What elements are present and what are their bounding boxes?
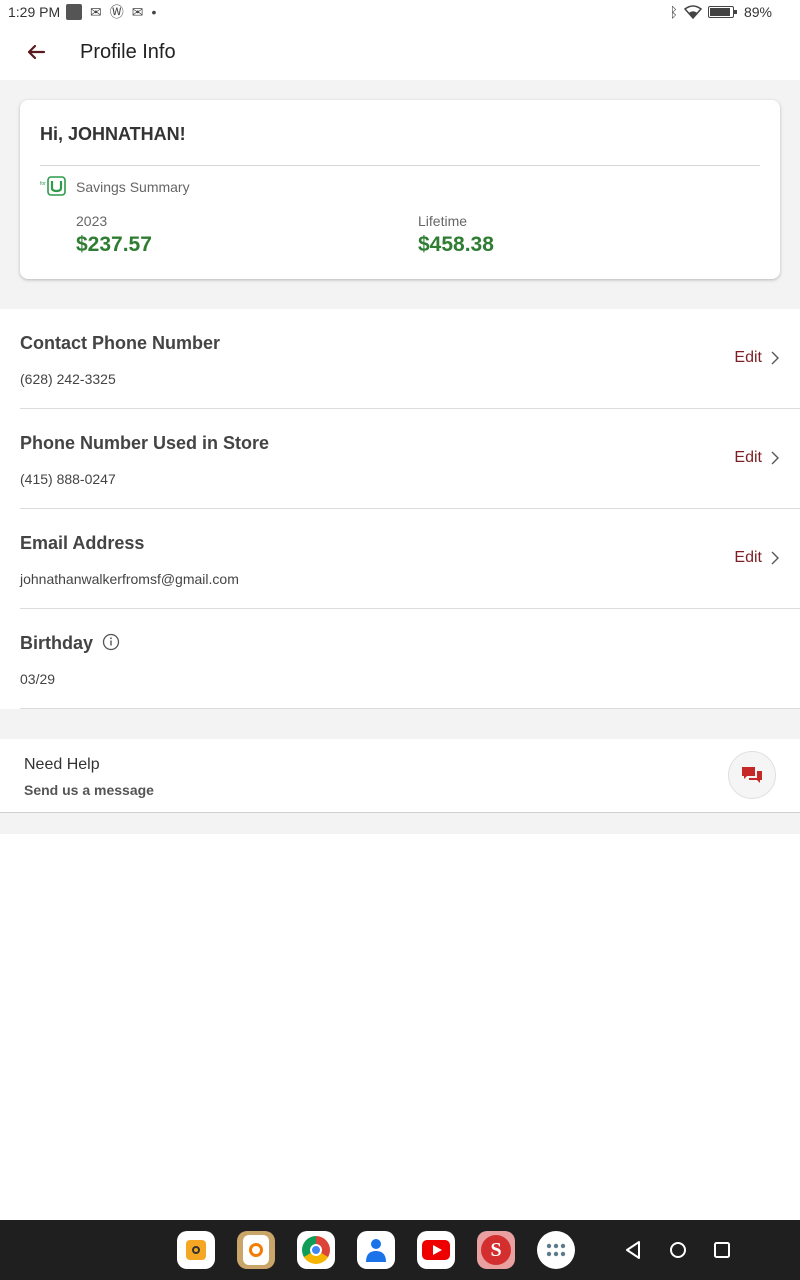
recents-nav-icon[interactable] [711,1239,733,1261]
savings-summary-label: Savings Summary [76,179,190,195]
gmail-icon: ✉ [90,4,102,20]
year-label: 2023 [76,213,108,229]
lifetime-label: Lifetime [418,213,468,229]
page-title: Profile Info [80,41,176,63]
for-u-logo: for [40,176,66,196]
wordpress-icon: Ⓦ [109,4,124,20]
email-row: Email Address johnathanwalkerfromsf@gmai… [20,509,800,609]
year-savings-value: $237.57 [76,233,152,256]
home-nav-icon[interactable] [667,1239,689,1261]
status-bar: 1:29 PM ✉ Ⓦ ✉ • ᛒ 89% [0,0,800,24]
app-header: Profile Info [0,24,800,80]
person-icon [366,1239,386,1262]
greeting: Hi, JOHNATHAN! [40,124,186,144]
row-value: (415) 888-0247 [20,471,116,487]
card-divider [40,165,760,166]
row-value: (628) 242-3325 [20,371,116,387]
row-title: Phone Number Used in Store [20,433,270,453]
edit-contact-phone-button[interactable]: Edit [734,349,780,367]
row-title: Contact Phone Number [20,333,221,353]
edit-store-phone-button[interactable]: Edit [734,449,780,467]
chat-button[interactable] [728,751,776,799]
chevron-right-icon [771,351,779,365]
edit-label: Edit [734,349,762,366]
orange-app-icon[interactable] [237,1231,275,1269]
chevron-right-icon [771,451,779,465]
bluetooth-icon: ᛒ [669,4,678,20]
help-subtitle: Send us a message [24,782,154,798]
safeway-icon[interactable]: S [477,1231,515,1269]
help-section[interactable]: Need Help Send us a message [0,739,800,813]
contact-phone-row: Contact Phone Number (628) 242-3325 Edit [20,309,800,409]
back-button[interactable] [22,38,50,66]
row-value: 03/29 [20,671,56,687]
birthday-row: Birthday 03/29 [20,609,800,709]
youtube-icon[interactable] [417,1231,455,1269]
profile-info-list: Contact Phone Number (628) 242-3325 Edit… [0,309,800,709]
edit-label: Edit [734,549,762,566]
svg-text:for: for [40,181,46,187]
store-phone-row: Phone Number Used in Store (415) 888-024… [20,409,800,509]
info-icon[interactable] [102,633,120,651]
back-nav-icon[interactable] [622,1239,644,1261]
taskbar: S [0,1220,800,1280]
notification-icons: ✉ Ⓦ ✉ • [66,3,156,21]
app-drawer-icon[interactable] [537,1231,575,1269]
system-icons: ᛒ 89% [670,3,772,21]
gallery-icon [66,4,82,20]
row-title: Birthday [20,633,94,653]
bottom-band [0,813,800,834]
summary-section: Hi, JOHNATHAN! for Savings Summary 2023 … [0,80,800,309]
row-title: Email Address [20,533,145,553]
row-value: johnathanwalkerfromsf@gmail.com [20,571,239,587]
chrome-icon[interactable] [297,1231,335,1269]
chevron-right-icon [771,551,779,565]
contacts-icon[interactable] [357,1231,395,1269]
profile-info-screen: 1:29 PM ✉ Ⓦ ✉ • ᛒ 89% Profile Info Hi, J… [0,0,800,1280]
help-title: Need Help [24,756,100,773]
edit-label: Edit [734,449,762,466]
section-gap [0,709,800,739]
edit-email-button[interactable]: Edit [734,549,780,567]
battery-icon [707,6,737,18]
battery-percent: 89% [743,4,772,20]
status-time: 1:29 PM [8,4,61,20]
lifetime-savings-value: $458.38 [418,233,494,256]
wifi-icon [683,5,702,19]
chat-icon [742,767,762,783]
camera-app-icon[interactable] [177,1231,215,1269]
savings-card: Hi, JOHNATHAN! for Savings Summary 2023 … [20,100,780,279]
grid-dots-icon [546,1243,566,1257]
arrow-left-icon [27,44,46,60]
gmail-icon: ✉ [131,4,144,20]
dot-icon: • [151,4,157,20]
